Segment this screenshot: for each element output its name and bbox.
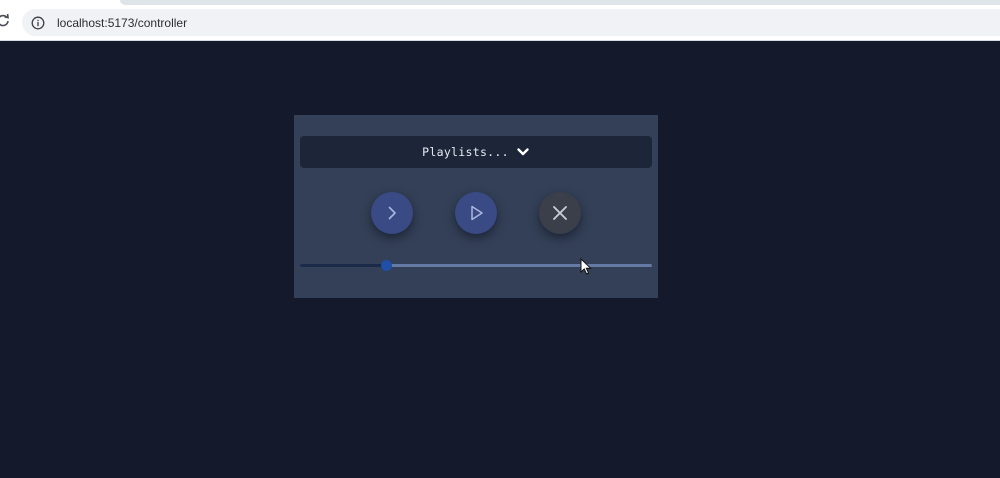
browser-toolbar: localhost:5173/controller [0,0,1000,41]
reload-icon[interactable] [0,13,10,27]
seek-progress [300,264,387,267]
chevron-down-icon [517,148,529,156]
close-button[interactable] [539,192,581,234]
chevron-right-icon [388,206,396,220]
next-button[interactable] [371,192,413,234]
controller-panel: Playlists... [294,115,658,298]
play-icon [471,205,483,221]
info-icon[interactable] [31,16,45,30]
address-bar[interactable]: localhost:5173/controller [22,9,1000,36]
playlist-dropdown-label: Playlists... [422,145,509,159]
mouse-cursor-icon [580,258,592,275]
tab-strip-edge [120,0,1000,5]
close-icon [553,206,567,220]
playlist-dropdown[interactable]: Playlists... [300,136,652,168]
seek-slider[interactable] [300,260,652,272]
seek-thumb[interactable] [380,260,392,271]
play-button[interactable] [455,192,497,234]
url-text[interactable]: localhost:5173/controller [57,16,187,30]
